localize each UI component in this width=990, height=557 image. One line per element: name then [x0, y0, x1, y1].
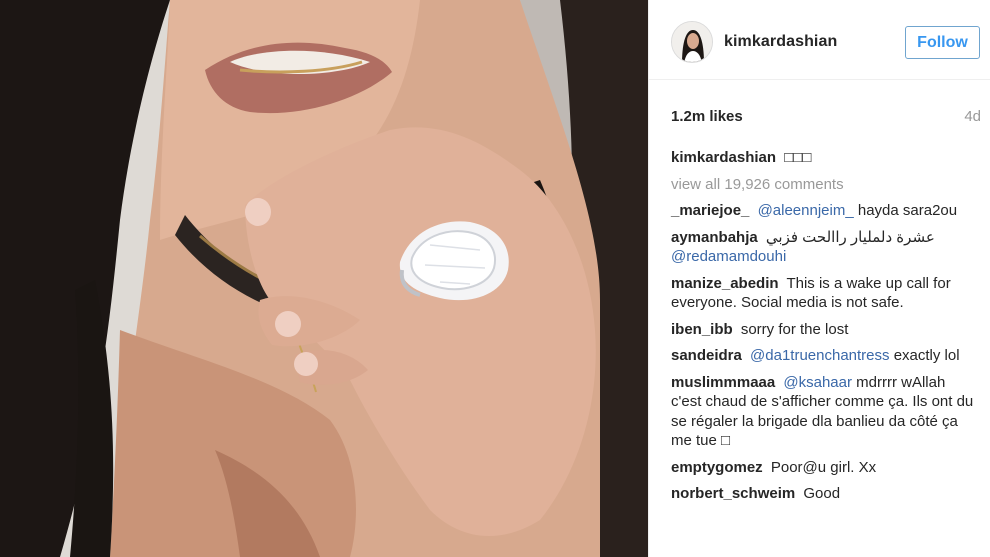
avatar[interactable]	[671, 21, 713, 63]
comment-username[interactable]: aymanbahja	[671, 229, 758, 246]
caption: kimkardashian □□□	[671, 148, 976, 168]
comment-list: kimkardashian □□□ view all 19,926 commen…	[671, 148, 976, 511]
selfie-with-ring-image	[0, 0, 648, 557]
post-header: kimkardashian Follow	[649, 0, 990, 80]
comment-text: عشرة دلمليار راالحت فزبي	[765, 228, 935, 246]
comment-username[interactable]: _mariejoe_	[671, 202, 749, 219]
comment-username[interactable]: manize_abedin	[671, 275, 779, 292]
profile-photo-icon	[672, 22, 712, 62]
comment-username[interactable]: iben_ibb	[671, 321, 733, 338]
comment-text: Good	[803, 485, 841, 502]
comment-text: exactly lol	[893, 347, 960, 364]
post-age[interactable]: 4d	[964, 108, 981, 125]
post-sidebar: kimkardashian Follow 1.2m likes 4d kimka…	[648, 0, 990, 557]
list-item: _mariejoe_ @aleennjeim_ hayda sara2ou	[671, 201, 976, 221]
caption-text: □□□	[784, 149, 812, 166]
list-item: muslimmmaaa @ksahaar mdrrrr wAllah c'est…	[671, 373, 976, 451]
comment-text: hayda sara2ou	[857, 202, 958, 219]
comment-username[interactable]: emptygomez	[671, 459, 763, 476]
list-item: norbert_schweim Good	[671, 484, 976, 504]
comment-text: sorry for the lost	[740, 320, 849, 338]
comment-text: Poor@u girl. Xx	[770, 458, 877, 476]
list-item: sandeidra @da1truenchantress exactly lol	[671, 346, 976, 366]
list-item: aymanbahja عشرة دلمليار راالحت فزبي @red…	[671, 228, 976, 267]
comment-mention[interactable]: @da1truenchantress	[750, 347, 889, 364]
header-username[interactable]: kimkardashian	[724, 33, 837, 51]
post-photo[interactable]	[0, 0, 648, 557]
likes-count[interactable]: 1.2m likes	[671, 108, 743, 125]
list-item: emptygomez Poor@u girl. Xx	[671, 458, 976, 478]
comment-username[interactable]: muslimmmaaa	[671, 374, 775, 391]
comment-mention[interactable]: @aleennjeim_	[758, 202, 854, 219]
caption-username[interactable]: kimkardashian	[671, 149, 776, 166]
comment-mention[interactable]: @ksahaar	[783, 374, 852, 391]
post-stats: 1.2m likes 4d	[671, 108, 981, 128]
follow-button[interactable]: Follow	[905, 26, 980, 59]
list-item: manize_abedin This is a wake up call for…	[671, 274, 976, 313]
comment-username[interactable]: norbert_schweim	[671, 485, 795, 502]
instagram-post: kimkardashian Follow 1.2m likes 4d kimka…	[0, 0, 990, 557]
view-all-comments-link[interactable]: view all 19,926 comments	[671, 175, 976, 195]
comment-mention[interactable]: @redamamdouhi	[671, 248, 786, 265]
comment-username[interactable]: sandeidra	[671, 347, 742, 364]
list-item: iben_ibb sorry for the lost	[671, 320, 976, 340]
